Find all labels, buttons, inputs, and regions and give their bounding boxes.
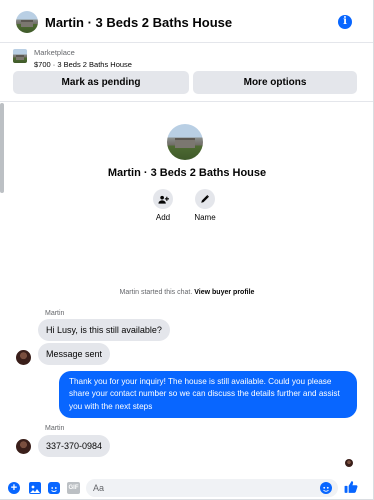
listing-summary[interactable]: $700 · 3 Beds 2 Baths House (34, 60, 132, 69)
chat-title[interactable]: Martin · 3 Beds 2 Baths House (45, 15, 232, 30)
incoming-message[interactable]: Message sent (38, 343, 111, 365)
listing-avatar[interactable] (16, 11, 38, 33)
chat-header: Martin · 3 Beds 2 Baths House i (0, 0, 373, 43)
profile-avatar[interactable] (167, 124, 203, 160)
emoji-icon[interactable] (320, 482, 332, 494)
gif-icon[interactable]: GIF (67, 482, 80, 494)
chat-started-note: Martin started this chat. View buyer pro… (0, 289, 374, 296)
sender-name: Martin (45, 425, 65, 432)
view-buyer-profile-link[interactable]: View buyer profile (194, 289, 254, 296)
add-person-icon[interactable] (153, 189, 173, 209)
message-input[interactable]: Aa (86, 479, 338, 497)
pencil-icon[interactable] (195, 189, 215, 209)
chat-started-text: Martin started this chat. (119, 289, 193, 296)
mark-as-pending-button[interactable]: Mark as pending (13, 71, 189, 94)
name-action[interactable]: Name (185, 189, 225, 222)
plus-icon[interactable]: + (8, 482, 20, 494)
chat-window: Martin · 3 Beds 2 Baths House i Marketpl… (0, 0, 374, 500)
sender-avatar[interactable] (16, 350, 31, 365)
photo-icon[interactable] (29, 482, 41, 494)
thumbs-up-icon[interactable] (344, 480, 358, 494)
name-label: Name (194, 213, 216, 222)
more-options-button[interactable]: More options (193, 71, 357, 94)
incoming-message[interactable]: Hi Lusy, is this still available? (38, 319, 170, 341)
message-composer: + GIF Aa (0, 476, 373, 500)
sender-avatar[interactable] (16, 439, 31, 454)
scrollbar[interactable] (0, 103, 4, 193)
outgoing-message[interactable]: Thank you for your inquiry! The house is… (59, 371, 357, 418)
sticker-icon[interactable] (48, 482, 60, 494)
profile-name: Martin · 3 Beds 2 Baths House (107, 167, 267, 179)
listing-thumbnail[interactable] (13, 49, 27, 63)
add-label: Add (155, 213, 171, 222)
info-icon[interactable]: i (338, 15, 352, 29)
incoming-message[interactable]: 337-370-0984 (38, 435, 111, 457)
sender-name: Martin (45, 310, 65, 317)
read-receipt-avatar (345, 459, 353, 467)
marketplace-label: Marketplace (34, 48, 75, 57)
add-action[interactable]: Add (143, 189, 183, 222)
